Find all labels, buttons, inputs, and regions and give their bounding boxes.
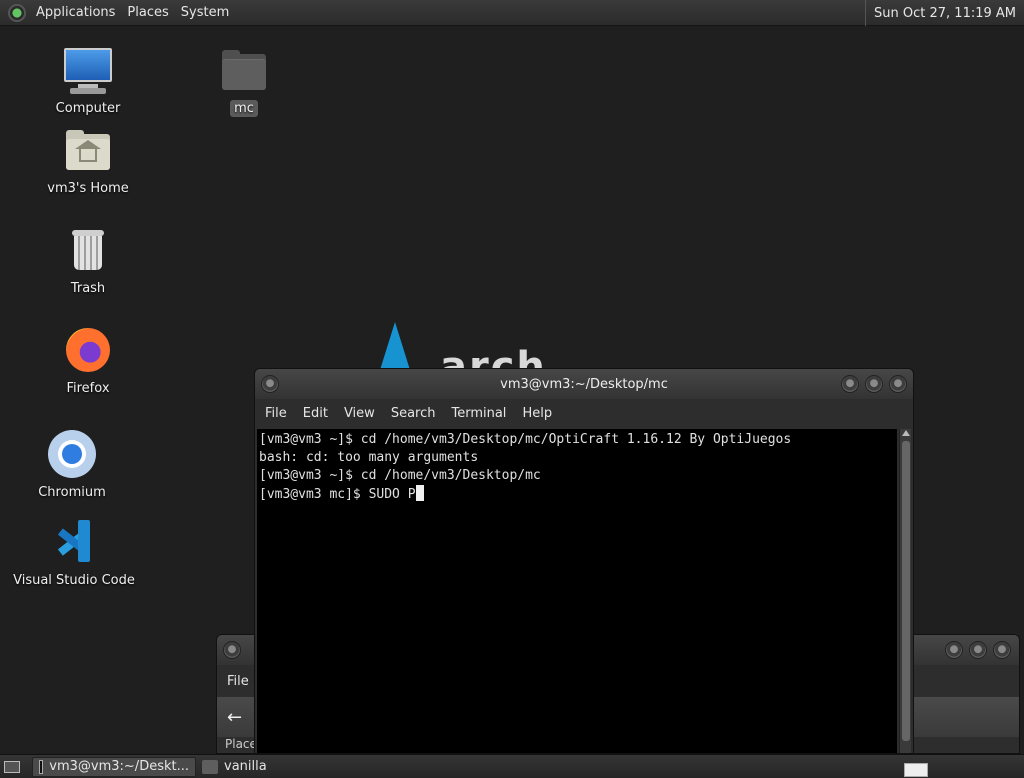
terminal-menubar: File Edit View Search Terminal Help	[255, 399, 913, 427]
file-manager-menu-file[interactable]: File	[219, 674, 257, 689]
desktop-icon-firefox[interactable]: Firefox	[23, 326, 153, 397]
terminal-line: [vm3@vm3 mc]$ SUDO P	[259, 487, 416, 502]
text-cursor	[415, 485, 424, 501]
clock[interactable]: Sun Oct 27, 11:19 AM	[865, 0, 1020, 26]
taskbar-item-label: vm3@vm3:~/Deskt...	[49, 759, 189, 774]
distro-logo-icon[interactable]	[8, 3, 26, 22]
scrollbar-thumb[interactable]	[902, 441, 910, 741]
maximize-icon[interactable]	[969, 641, 987, 659]
applications-menu[interactable]: Applications	[30, 0, 121, 25]
desktop-icon-label: Firefox	[66, 381, 110, 396]
desktop-icon-chromium[interactable]: Chromium	[7, 430, 137, 501]
top-panel: Applications Places System Sun Oct 27, 1…	[0, 0, 1024, 26]
minimize-icon[interactable]	[945, 641, 963, 659]
desktop-icon-home[interactable]: vm3's Home	[23, 126, 153, 197]
places-menu[interactable]: Places	[121, 0, 174, 25]
taskbar-item-label: vanilla	[224, 759, 267, 774]
firefox-icon	[62, 326, 114, 378]
system-menu[interactable]: System	[175, 0, 235, 25]
desktop-icon-label: Trash	[70, 281, 106, 296]
terminal-title: vm3@vm3:~/Desktop/mc	[500, 376, 668, 392]
bottom-panel: vm3@vm3:~/Deskt... vanilla	[0, 754, 1024, 778]
terminal-menu-terminal[interactable]: Terminal	[443, 406, 514, 421]
terminal-line: [vm3@vm3 ~]$ cd /home/vm3/Desktop/mc	[259, 468, 541, 483]
terminal-prompt-line: [vm3@vm3 mc]$ SUDO P	[259, 485, 897, 504]
terminal-menu-file[interactable]: File	[257, 406, 295, 421]
terminal-menu-search[interactable]: Search	[383, 406, 444, 421]
arch-logo-icon	[380, 322, 410, 370]
terminal-line: [vm3@vm3 ~]$ cd /home/vm3/Desktop/mc/Opt…	[259, 432, 792, 447]
close-icon[interactable]	[889, 375, 907, 393]
taskbar-item-vanilla[interactable]: vanilla	[196, 757, 273, 777]
window-menu-icon[interactable]	[223, 641, 241, 659]
terminal-menu-edit[interactable]: Edit	[295, 406, 336, 421]
terminal-scrollbar[interactable]	[899, 429, 911, 753]
desktop-icon-label: Visual Studio Code	[13, 573, 135, 588]
vscode-icon	[48, 518, 100, 570]
terminal-line: bash: cd: too many arguments	[259, 450, 479, 465]
show-desktop-button[interactable]	[0, 755, 24, 778]
desktop-icon-label: Chromium	[38, 485, 106, 500]
taskbar-item-terminal[interactable]: vm3@vm3:~/Deskt...	[32, 756, 196, 777]
desktop-icon-label: Computer	[55, 101, 121, 116]
scroll-up-arrow-icon[interactable]	[902, 430, 910, 436]
trash-icon	[62, 226, 114, 278]
minimize-icon[interactable]	[841, 375, 859, 393]
desktop-icon-vscode[interactable]: Visual Studio Code	[9, 518, 139, 589]
maximize-icon[interactable]	[865, 375, 883, 393]
desktop-icon-trash[interactable]: Trash	[23, 226, 153, 297]
terminal-output[interactable]: [vm3@vm3 ~]$ cd /home/vm3/Desktop/mc/Opt…	[257, 429, 897, 753]
top-panel-menus: Applications Places System	[0, 0, 235, 25]
show-desktop-icon	[4, 760, 20, 773]
back-arrow-icon[interactable]: ←	[227, 707, 242, 728]
computer-icon	[62, 46, 114, 98]
workspace-switcher[interactable]	[904, 763, 928, 777]
desktop-icon-label: vm3's Home	[47, 181, 129, 196]
terminal-menu-help[interactable]: Help	[514, 406, 560, 421]
terminal-menu-view[interactable]: View	[336, 406, 383, 421]
terminal-window[interactable]: vm3@vm3:~/Desktop/mc File Edit View Sear…	[254, 368, 914, 754]
desktop-icon-mc-folder[interactable]: mc	[179, 46, 309, 117]
chromium-icon	[46, 430, 98, 482]
close-icon[interactable]	[993, 641, 1011, 659]
terminal-icon	[39, 759, 44, 774]
desktop-icon-computer[interactable]: Computer	[23, 46, 153, 117]
folder-icon	[218, 46, 270, 98]
terminal-titlebar[interactable]: vm3@vm3:~/Desktop/mc	[255, 369, 913, 399]
folder-icon	[202, 759, 218, 774]
desktop-icon-label: mc	[230, 100, 258, 117]
home-folder-icon	[62, 126, 114, 178]
window-menu-icon[interactable]	[261, 375, 279, 393]
